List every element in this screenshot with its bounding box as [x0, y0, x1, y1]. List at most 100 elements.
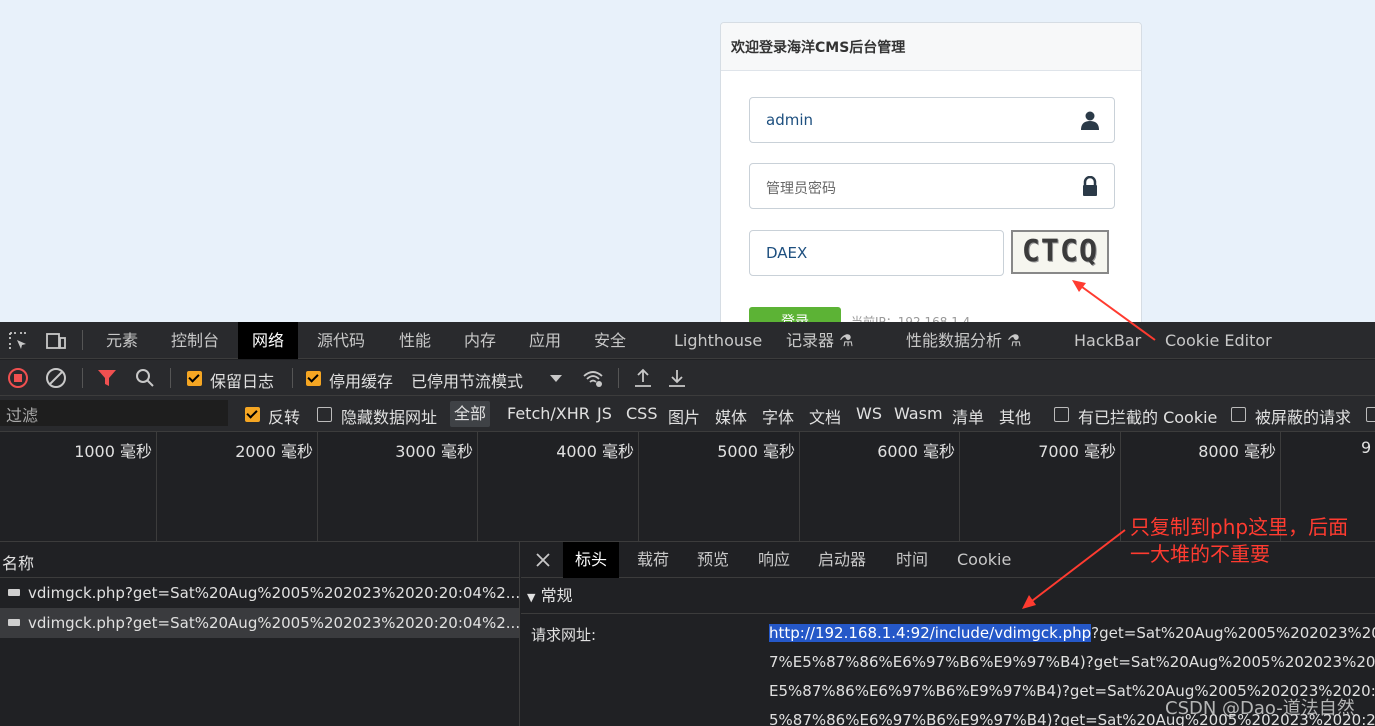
filter-type-js[interactable]: JS: [597, 404, 612, 423]
username-value: admin: [766, 111, 813, 129]
tab-security[interactable]: 安全: [588, 322, 632, 359]
timeline-tick: 3000 毫秒: [318, 432, 478, 542]
timeline-tick: 2000 毫秒: [157, 432, 318, 542]
watermark: CSDN @Dao-道法自然: [1165, 698, 1355, 719]
hide-data-urls-checkbox[interactable]: [317, 407, 332, 422]
tab-payload[interactable]: 载荷: [627, 542, 679, 578]
name-column-header[interactable]: 名称: [0, 542, 519, 578]
disable-cache-checkbox[interactable]: [306, 371, 321, 386]
export-har-icon[interactable]: [666, 367, 688, 389]
tab-initiator[interactable]: 启动器: [808, 542, 876, 578]
filter-type-fetch-xhr[interactable]: Fetch/XHR: [507, 404, 590, 423]
username-field[interactable]: admin: [749, 97, 1115, 143]
filter-type-css[interactable]: CSS: [626, 404, 657, 423]
captcha-value: DAEX: [766, 244, 808, 262]
filter-type-all[interactable]: 全部: [450, 401, 491, 427]
filter-type-ws[interactable]: WS: [856, 404, 882, 423]
general-section-header[interactable]: ▼ 常规: [521, 578, 1375, 614]
toolbar-separator: [82, 368, 83, 388]
user-icon: [1081, 111, 1099, 130]
close-icon[interactable]: [535, 552, 551, 568]
timeline-tick: 5000 毫秒: [639, 432, 800, 542]
toolbar-separator: [292, 368, 293, 388]
record-icon[interactable]: [7, 367, 29, 389]
request-row-selected[interactable]: vdimgck.php?get=Sat%20Aug%2005%202023%20…: [0, 608, 519, 638]
tab-response[interactable]: 响应: [748, 542, 800, 578]
url-line-2: 7%E5%87%86%E6%97%B6%E9%97%B4)?get=Sat%20…: [769, 653, 1375, 671]
tab-hackbar[interactable]: HackBar: [1068, 322, 1147, 359]
device-toolbar-icon[interactable]: [46, 331, 66, 351]
timeline-tick: 7000 毫秒: [960, 432, 1121, 542]
lock-icon: [1083, 176, 1097, 196]
filter-type-wasm[interactable]: Wasm: [894, 404, 943, 423]
tab-memory[interactable]: 内存: [458, 322, 502, 359]
collapse-triangle-icon: ▼: [527, 591, 536, 604]
request-name: vdimgck.php?get=Sat%20Aug%2005%202023%20…: [28, 614, 519, 632]
filter-icon[interactable]: [96, 367, 118, 389]
blocked-cookies-checkbox[interactable]: [1054, 407, 1069, 422]
disable-cache-label: 停用缓存: [329, 372, 394, 391]
tab-sources[interactable]: 源代码: [311, 322, 371, 359]
blocked-requests-label: 被屏蔽的请求: [1255, 408, 1352, 427]
image-file-icon: [8, 589, 20, 596]
search-icon[interactable]: [134, 367, 156, 389]
password-field[interactable]: 管理员密码: [749, 163, 1115, 209]
request-list: 名称 vdimgck.php?get=Sat%20Aug%2005%202023…: [0, 542, 520, 726]
password-placeholder: 管理员密码: [766, 181, 836, 197]
dropdown-caret-icon[interactable]: [545, 367, 567, 389]
network-toolbar: 保留日志 停用缓存 已停用节流模式: [0, 360, 1375, 396]
tab-lighthouse[interactable]: Lighthouse: [668, 322, 768, 359]
captcha-image[interactable]: CTCQ: [1011, 230, 1109, 274]
filter-type-other[interactable]: 其他: [999, 404, 1031, 428]
tab-console[interactable]: 控制台: [165, 322, 225, 359]
preserve-log-label: 保留日志: [210, 372, 275, 391]
annotation-line-1: 只复制到php这里，后面: [1130, 515, 1349, 539]
url-highlighted-selection[interactable]: http://192.168.1.4:92/include/vdimgck.ph…: [769, 624, 1092, 642]
tab-elements[interactable]: 元素: [100, 322, 144, 359]
tab-application[interactable]: 应用: [523, 322, 567, 359]
general-section-title: 常规: [540, 586, 573, 605]
tab-performance[interactable]: 性能: [393, 322, 437, 359]
timeline-tick: 1000 毫秒: [0, 432, 157, 542]
filter-type-manifest[interactable]: 清单: [952, 404, 984, 428]
tab-separator: [82, 330, 83, 350]
request-name: vdimgck.php?get=Sat%20Aug%2005%202023%20…: [28, 584, 519, 602]
filter-input[interactable]: 过滤: [0, 400, 228, 426]
captcha-field[interactable]: DAEX: [749, 230, 1004, 276]
preserve-log-checkbox[interactable]: [187, 371, 202, 386]
tab-headers[interactable]: 标头: [563, 542, 620, 578]
blocked-cookies-label: 有已拦截的 Cookie: [1078, 408, 1218, 427]
annotation-note: 只复制到php这里，后面 一大堆的不重要: [1130, 514, 1370, 568]
filter-type-font[interactable]: 字体: [762, 404, 794, 428]
network-conditions-icon[interactable]: [582, 367, 604, 389]
filter-type-img[interactable]: 图片: [668, 404, 700, 428]
toolbar-separator: [618, 368, 619, 388]
invert-checkbox[interactable]: [245, 407, 260, 422]
annotation-line-2: 一大堆的不重要: [1130, 542, 1270, 566]
blocked-requests-checkbox[interactable]: [1231, 407, 1246, 422]
clear-icon[interactable]: [45, 367, 67, 389]
filter-type-doc[interactable]: 文档: [809, 404, 841, 428]
tab-recorder[interactable]: 记录器 ⚗: [780, 322, 859, 359]
third-party-checkbox[interactable]: [1366, 407, 1375, 422]
tab-performance-insights[interactable]: 性能数据分析 ⚗: [900, 322, 1027, 359]
image-file-icon: [8, 619, 20, 626]
tab-timing[interactable]: 时间: [886, 542, 938, 578]
filter-bar: 过滤 反转 隐藏数据网址 全部 Fetch/XHR JS CSS 图片 媒体 字…: [0, 396, 1375, 432]
tab-preview[interactable]: 预览: [687, 542, 739, 578]
timeline-tick: 6000 毫秒: [800, 432, 960, 542]
tab-cookies[interactable]: Cookie: [947, 542, 1021, 578]
url-line-1-rest: ?get=Sat%20Aug%2005%202023%2020:: [1091, 624, 1375, 642]
request-url-label: 请求网址:: [531, 626, 597, 644]
tab-network[interactable]: 网络: [238, 322, 299, 359]
request-row[interactable]: vdimgck.php?get=Sat%20Aug%2005%202023%20…: [0, 578, 519, 608]
page-background: [0, 0, 1375, 322]
filter-type-media[interactable]: 媒体: [715, 404, 747, 428]
login-card: 欢迎登录海洋CMS后台管理 admin 管理员密码 DAEX CTCQ 登录 当…: [720, 22, 1142, 342]
throttling-select[interactable]: 已停用节流模式: [411, 368, 523, 392]
tab-cookie-editor[interactable]: Cookie Editor: [1159, 322, 1278, 359]
timeline-tick: 4000 毫秒: [478, 432, 639, 542]
inspect-icon[interactable]: [8, 331, 28, 351]
hide-data-urls-label: 隐藏数据网址: [341, 408, 438, 427]
import-har-icon[interactable]: [632, 367, 654, 389]
